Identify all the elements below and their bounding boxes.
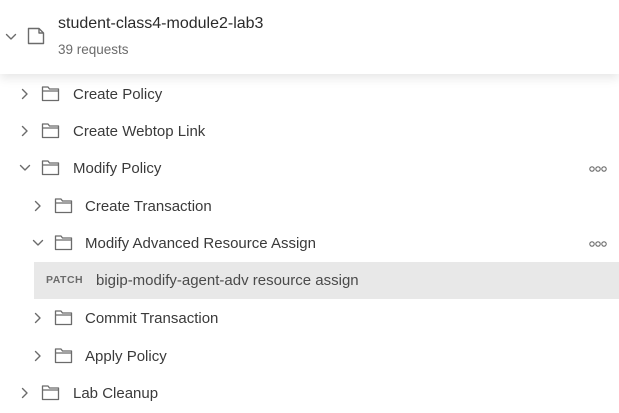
folder-label: Apply Policy (85, 348, 167, 365)
chevron-right-icon[interactable] (31, 349, 45, 363)
chevron-right-icon[interactable] (18, 386, 32, 400)
collection-icon (26, 26, 46, 46)
collection-request-count: 39 requests (58, 42, 129, 57)
folder-label: Create Transaction (85, 198, 212, 215)
chevron-down-icon[interactable] (4, 30, 18, 44)
collection-name: student-class4-module2-lab3 (58, 15, 264, 32)
folder-modify-advanced-resource-assign[interactable]: Modify Advanced Resource Assign (0, 225, 619, 261)
folder-create-webtop-link[interactable]: Create Webtop Link (0, 113, 619, 149)
folder-icon (54, 309, 73, 326)
chevron-down-icon[interactable] (31, 236, 45, 250)
folder-modify-policy[interactable]: Modify Policy (0, 150, 619, 186)
folder-icon (41, 85, 60, 102)
folder-icon (41, 384, 60, 401)
folder-icon (54, 347, 73, 364)
folder-label: Create Policy (73, 86, 163, 103)
chevron-right-icon[interactable] (18, 87, 32, 101)
folder-icon (41, 159, 60, 176)
folder-commit-transaction[interactable]: Commit Transaction (0, 300, 619, 336)
collection-header[interactable]: student-class4-module2-lab3 39 requests (0, 0, 619, 74)
more-horizontal-icon[interactable] (589, 241, 607, 247)
folder-create-policy[interactable]: Create Policy (0, 76, 619, 112)
chevron-right-icon[interactable] (18, 124, 32, 138)
http-method-badge: PATCH (46, 274, 84, 286)
folder-label: Modify Policy (73, 160, 162, 177)
folder-icon (54, 234, 73, 251)
more-horizontal-icon[interactable] (589, 166, 607, 172)
folder-label: Lab Cleanup (73, 385, 159, 402)
folder-label: Create Webtop Link (73, 123, 206, 140)
request-item-selected[interactable]: PATCH bigip-modify-agent-adv resource as… (34, 262, 619, 299)
chevron-right-icon[interactable] (31, 199, 45, 213)
folder-label: Modify Advanced Resource Assign (85, 235, 316, 252)
folder-icon (41, 122, 60, 139)
folder-icon (54, 197, 73, 214)
chevron-right-icon[interactable] (31, 311, 45, 325)
folder-label: Commit Transaction (85, 310, 219, 327)
chevron-down-icon[interactable] (18, 161, 32, 175)
request-name: bigip-modify-agent-adv resource assign (96, 272, 359, 289)
folder-apply-policy[interactable]: Apply Policy (0, 338, 619, 374)
folder-lab-cleanup[interactable]: Lab Cleanup (0, 375, 619, 411)
folder-create-transaction[interactable]: Create Transaction (0, 188, 619, 224)
